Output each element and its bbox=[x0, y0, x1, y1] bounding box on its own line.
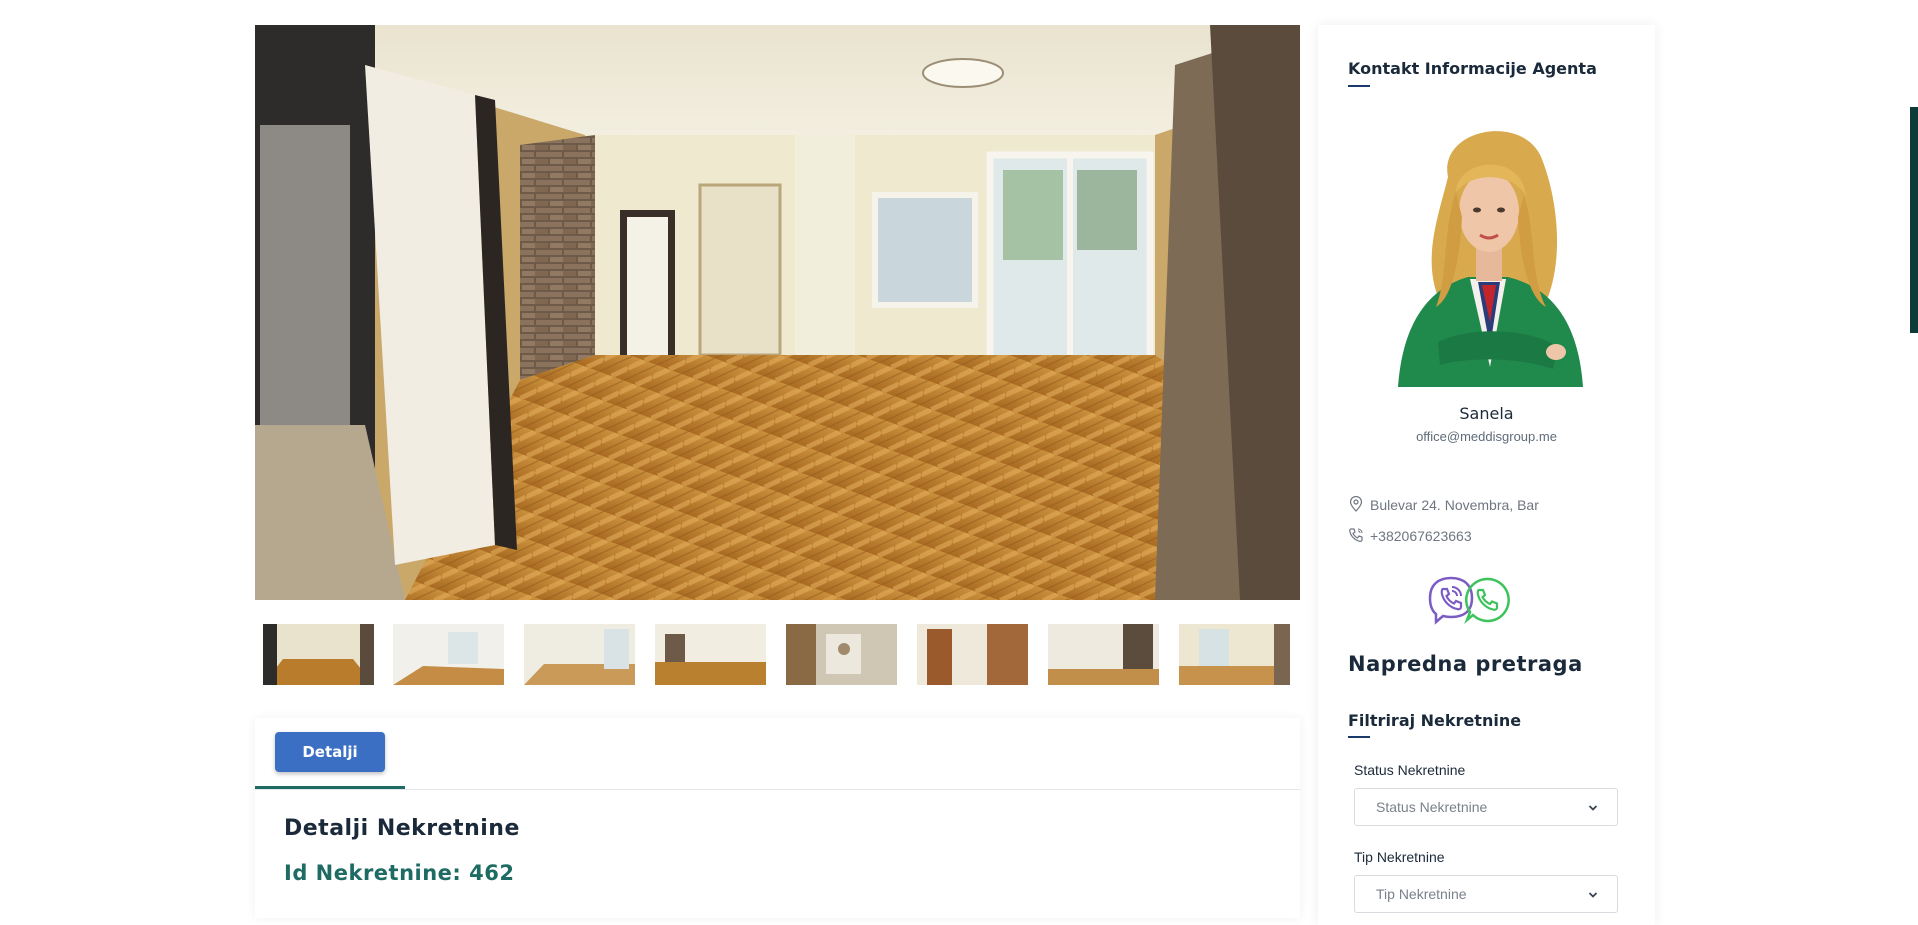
type-select[interactable]: Tip Nekretnine bbox=[1354, 875, 1618, 913]
agent-phone-row[interactable]: +382067623663 bbox=[1348, 526, 1472, 546]
title-underline bbox=[1348, 85, 1370, 87]
type-select-value: Tip Nekretnine bbox=[1376, 886, 1467, 902]
whatsapp-icon[interactable] bbox=[1462, 575, 1512, 625]
gallery-thumbnail[interactable] bbox=[524, 624, 635, 685]
chevron-down-icon bbox=[1587, 801, 1599, 817]
agent-phone: +382067623663 bbox=[1370, 528, 1472, 544]
details-title: Detalji Nekretnine bbox=[284, 816, 520, 841]
agent-photo bbox=[1378, 107, 1598, 387]
gallery-thumbnail[interactable] bbox=[655, 624, 766, 685]
chevron-down-icon bbox=[1587, 888, 1599, 904]
property-id: Id Nekretnine: 462 bbox=[284, 861, 515, 885]
gallery-thumbnail[interactable] bbox=[393, 624, 504, 685]
status-select-value: Status Nekretnine bbox=[1376, 799, 1488, 815]
property-details-card: Detalji Detalji Nekretnine Id Nekretnine… bbox=[255, 718, 1300, 918]
map-pin-icon bbox=[1348, 495, 1370, 515]
type-filter-label: Tip Nekretnine bbox=[1354, 849, 1445, 865]
sidebar: Kontakt Informacije Agenta Sanela office… bbox=[1318, 25, 1655, 925]
agent-name: Sanela bbox=[1459, 404, 1514, 423]
phone-icon bbox=[1348, 527, 1370, 546]
agent-address-row: Bulevar 24. Novembra, Bar bbox=[1348, 495, 1539, 515]
gallery-thumbnail[interactable] bbox=[1048, 624, 1159, 685]
main-property-photo[interactable] bbox=[255, 25, 1300, 600]
agent-email-link[interactable]: office@meddisgroup.me bbox=[1318, 429, 1655, 444]
agent-address: Bulevar 24. Novembra, Bar bbox=[1370, 497, 1539, 513]
gallery-thumbnail[interactable] bbox=[786, 624, 897, 685]
filter-title: Filtriraj Nekretnine bbox=[1348, 711, 1522, 730]
agent-section-title: Kontakt Informacije Agenta bbox=[1348, 59, 1597, 78]
gallery-thumbnail[interactable] bbox=[917, 624, 1028, 685]
side-panel-tab[interactable] bbox=[1910, 107, 1918, 333]
advanced-search-heading: Napredna pretraga bbox=[1348, 652, 1583, 676]
details-tabbar: Detalji bbox=[255, 718, 1300, 790]
filter-title-underline bbox=[1348, 736, 1370, 738]
status-filter-label: Status Nekretnine bbox=[1354, 762, 1466, 778]
gallery-thumbnail[interactable] bbox=[1179, 624, 1290, 685]
gallery-thumbnail[interactable] bbox=[263, 624, 374, 685]
active-tab-indicator bbox=[255, 786, 405, 789]
thumbnail-strip bbox=[263, 624, 1293, 685]
status-select[interactable]: Status Nekretnine bbox=[1354, 788, 1618, 826]
tab-details[interactable]: Detalji bbox=[275, 732, 385, 772]
